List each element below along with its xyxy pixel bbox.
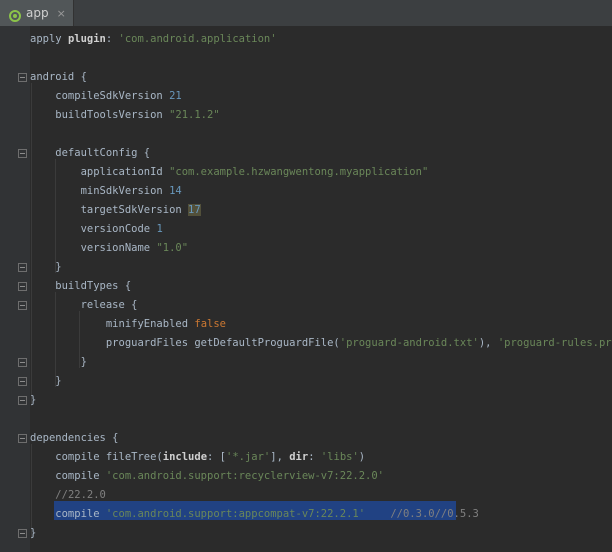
code-token: dir [289, 451, 309, 463]
code-token: "com.example.hzwangwentong.myapplication… [169, 166, 429, 178]
code-token: versionCode [30, 223, 157, 235]
code-token: ], [270, 451, 290, 463]
fold-marker-icon[interactable] [18, 73, 27, 82]
code-line: } [30, 524, 36, 543]
code-token: buildToolsVersion [30, 109, 170, 121]
code-token: 'com.android.application' [118, 33, 277, 45]
code-line: release { [30, 296, 138, 315]
code-token: false [194, 318, 226, 330]
code-token: "21.1.2" [169, 109, 220, 121]
code-token: } [30, 261, 62, 273]
code-line: } [30, 258, 62, 277]
fold-marker-icon[interactable] [18, 377, 27, 386]
code-token: android { [30, 71, 87, 83]
code-token: compileSdkVersion [30, 90, 170, 102]
code-line: compile 'com.android.support:recyclervie… [30, 467, 384, 486]
code-token: defaultConfig { [30, 147, 151, 159]
code-token: '*.jar' [226, 451, 271, 463]
fold-marker-icon[interactable] [18, 263, 27, 272]
code-token: release { [30, 299, 138, 311]
code-token: : [308, 451, 321, 463]
code-line: //22.2.0 [30, 486, 106, 505]
ide-window: app × apply plugin: 'com.android.applica… [0, 0, 612, 552]
code-token: : [ [207, 451, 226, 463]
android-gradle-icon [9, 7, 21, 22]
code-line: buildToolsVersion "21.1.2" [30, 106, 220, 125]
code-token: //0.3.0//0.5.3 [390, 508, 479, 520]
code-token: include [162, 451, 208, 463]
code-token: //22.2.0 [55, 489, 106, 501]
editor-gutter [0, 26, 30, 552]
code-token: 17 [188, 204, 201, 216]
fold-marker-icon[interactable] [18, 149, 27, 158]
code-token: plugin [67, 33, 106, 45]
fold-marker-icon[interactable] [18, 282, 27, 291]
code-line: targetSdkVersion 17 [30, 201, 201, 220]
code-line: compile 'com.android.support:appcompat-v… [30, 505, 479, 524]
code-line: versionCode 1 [30, 220, 163, 239]
code-token: 14 [169, 185, 182, 197]
code-token: ), [478, 337, 498, 349]
code-token: 1 [156, 223, 163, 235]
code-line: android { [30, 68, 87, 87]
code-line: versionName "1.0" [30, 239, 188, 258]
code-token: apply [30, 33, 68, 45]
code-line: compileSdkVersion 21 [30, 87, 182, 106]
code-line: compile fileTree(include: ['*.jar'], dir… [30, 448, 365, 467]
code-token: 21 [169, 90, 182, 102]
code-line: applicationId "com.example.hzwangwentong… [30, 163, 429, 182]
tab-app[interactable]: app × [0, 0, 74, 26]
code-token: buildTypes { [30, 280, 132, 292]
code-line: proguardFiles getDefaultProguardFile('pr… [30, 334, 612, 353]
code-line: dependencies { [30, 429, 119, 448]
code-line: } [30, 372, 62, 391]
code-token: 'com.android.support:appcompat-v7:22.2.1… [105, 508, 366, 520]
code-line: buildTypes { [30, 277, 131, 296]
editor-tab-bar: app × [0, 0, 612, 27]
fold-marker-icon[interactable] [18, 434, 27, 443]
code-token: } [30, 375, 62, 387]
code-token: } [30, 356, 87, 368]
tab-label: app [26, 6, 49, 20]
code-token: 'libs' [320, 451, 359, 463]
code-token: } [30, 394, 37, 406]
fold-marker-icon[interactable] [18, 529, 27, 538]
code-token: compile fileTree( [30, 451, 163, 463]
code-token: proguardFiles getDefaultProguardFile( [30, 337, 340, 349]
code-token: } [30, 527, 37, 539]
code-token: targetSdkVersion [30, 204, 189, 216]
code-line: apply plugin: 'com.android.application' [30, 30, 277, 49]
code-line: } [30, 353, 87, 372]
fold-marker-icon[interactable] [18, 396, 27, 405]
code-line: defaultConfig { [30, 144, 150, 163]
code-line: minifyEnabled false [30, 315, 226, 334]
code-token: ) [358, 451, 366, 463]
close-icon[interactable]: × [57, 7, 66, 20]
code-editor[interactable]: apply plugin: 'com.android.application' a… [30, 26, 612, 552]
code-line: minSdkVersion 14 [30, 182, 182, 201]
code-token: minifyEnabled [30, 318, 195, 330]
code-token: applicationId [30, 166, 170, 178]
code-token: compile [30, 470, 106, 482]
code-token: "1.0" [156, 242, 189, 254]
code-token: versionName [30, 242, 157, 254]
code-token: 'com.android.support:recyclerview-v7:22.… [105, 470, 385, 482]
fold-marker-icon[interactable] [18, 301, 27, 310]
code-token: minSdkVersion [30, 185, 170, 197]
code-token: 'proguard-rules.pro' [497, 337, 612, 349]
code-token: compile [30, 508, 106, 520]
fold-marker-icon[interactable] [18, 358, 27, 367]
code-token: 'proguard-android.txt' [339, 337, 479, 349]
code-line: } [30, 391, 36, 410]
code-token: dependencies { [30, 432, 119, 444]
code-token: : [105, 33, 119, 45]
